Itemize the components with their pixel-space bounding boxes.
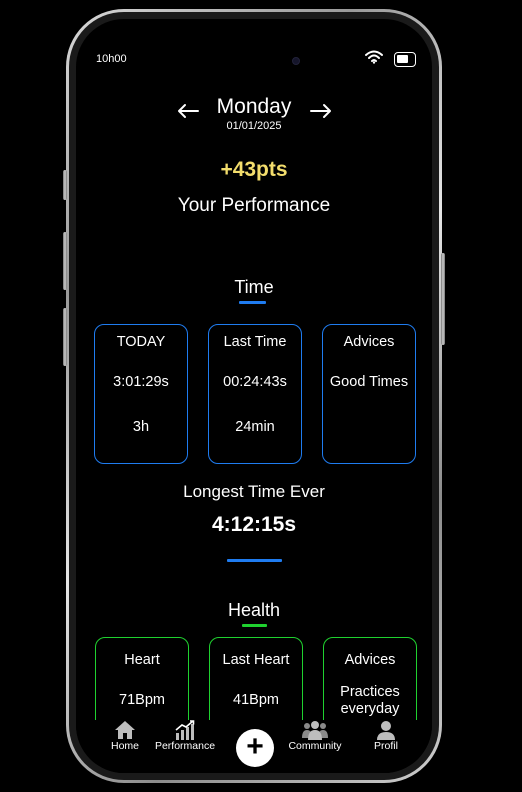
next-day-arrow-icon[interactable] [309, 103, 333, 119]
card-value: 3:01:29s [113, 374, 169, 390]
card-value: 41Bpm [233, 692, 279, 708]
bottom-navigation: Home Performance + Community Profil [76, 720, 432, 773]
card-subvalue: 3h [132, 419, 150, 435]
profile-icon [377, 721, 395, 740]
nav-community-label: Community [288, 740, 342, 752]
nav-profile[interactable]: Profil [366, 720, 406, 752]
nav-performance-label: Performance [154, 740, 216, 752]
time-section-divider [227, 559, 282, 562]
status-time: 10h00 [96, 53, 127, 65]
card-title: TODAY [116, 334, 166, 350]
points-score: +43pts [220, 158, 288, 181]
nav-home[interactable]: Home [98, 720, 152, 752]
performance-title: Your Performance [177, 195, 331, 216]
card-value: Practices [340, 684, 400, 700]
date-label: 01/01/2025 [226, 120, 282, 132]
day-title: Monday [216, 95, 292, 118]
home-icon [115, 721, 135, 739]
wifi-icon [365, 50, 383, 64]
volume-down-button [63, 308, 67, 366]
time-section-underline [239, 301, 266, 304]
add-button[interactable]: + [236, 729, 274, 767]
volume-up-button [63, 232, 67, 290]
nav-community[interactable]: Community [284, 720, 346, 752]
mute-switch [63, 170, 67, 200]
card-title: Last Heart [222, 652, 290, 668]
card-today[interactable]: TODAY 3:01:29s 3h [94, 324, 188, 464]
power-button [441, 253, 445, 345]
nav-profile-label: Profil [374, 740, 398, 752]
card-title: Advices [344, 652, 396, 668]
phone-frame: 10h00 Monday 01/01/2025 +43pts Your Perf… [66, 9, 442, 783]
card-value: Good Times [329, 374, 409, 390]
battery-icon [394, 52, 416, 67]
chart-icon [175, 720, 195, 740]
longest-time-value: 4:12:15s [211, 513, 297, 536]
camera-icon [292, 57, 300, 65]
time-section-title: Time [234, 277, 274, 297]
card-last-time[interactable]: Last Time 00:24:43s 24min [208, 324, 302, 464]
app-screen: 10h00 Monday 01/01/2025 +43pts Your Perf… [76, 19, 432, 773]
nav-performance[interactable]: Performance [152, 720, 218, 752]
community-icon [302, 721, 328, 740]
card-title: Heart [124, 652, 160, 668]
card-title: Last Time [223, 334, 287, 350]
card-time-advices[interactable]: Advices Good Times [322, 324, 416, 464]
card-subvalue: 24min [235, 419, 275, 435]
card-value: 71Bpm [119, 692, 165, 708]
health-section-title: Health [227, 600, 281, 620]
nav-home-label: Home [110, 740, 139, 752]
health-section-underline [242, 624, 267, 627]
card-value-2: everyday [340, 701, 400, 717]
card-value: 00:24:43s [223, 374, 287, 390]
card-title: Advices [343, 334, 395, 350]
longest-time-label: Longest Time Ever [183, 482, 325, 501]
